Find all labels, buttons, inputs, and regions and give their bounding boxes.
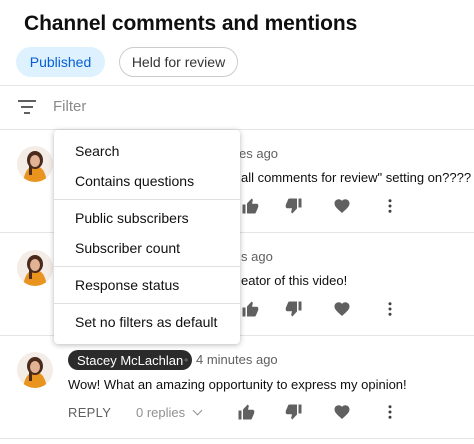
thumbs-up-icon[interactable] — [241, 300, 259, 318]
reply-button[interactable]: REPLY — [68, 405, 111, 420]
tab-held-for-review[interactable]: Held for review — [119, 47, 238, 77]
comment-text: Wow! What an amazing opportunity to expr… — [68, 377, 407, 392]
heart-icon[interactable] — [333, 300, 351, 318]
thumbs-up-icon[interactable] — [237, 403, 255, 421]
comment-time: 4 minutes ago — [196, 352, 278, 367]
more-vert-icon[interactable] — [381, 403, 399, 421]
more-vert-icon[interactable] — [381, 197, 399, 215]
avatar[interactable] — [17, 352, 53, 388]
avatar[interactable] — [17, 146, 53, 182]
filter-input[interactable]: Filter — [53, 98, 86, 115]
menu-item-set-no-filters-default[interactable]: Set no filters as default — [75, 314, 217, 330]
menu-divider — [54, 266, 240, 267]
more-vert-icon[interactable] — [381, 300, 399, 318]
author-name-badge[interactable]: Stacey McLachlan — [68, 350, 193, 370]
menu-item-contains-questions[interactable]: Contains questions — [75, 173, 194, 189]
menu-item-public-subscribers[interactable]: Public subscribers — [75, 210, 189, 226]
menu-item-response-status[interactable]: Response status — [75, 277, 179, 293]
replies-count: 0 replies — [136, 405, 186, 420]
menu-divider — [54, 199, 240, 200]
menu-item-subscriber-count[interactable]: Subscriber count — [75, 240, 180, 256]
page-title: Channel comments and mentions — [24, 12, 358, 35]
comment-text: eator of this video! — [241, 273, 348, 288]
comment-text: all comments for review" setting on???? — [241, 170, 472, 185]
comment-divider — [0, 438, 474, 439]
filter-menu: Search Contains questions Public subscri… — [54, 130, 240, 344]
comment-time: es ago — [239, 146, 279, 161]
replies-toggle[interactable]: 0 replies — [136, 405, 203, 420]
heart-icon[interactable] — [333, 197, 351, 215]
avatar[interactable] — [17, 250, 53, 286]
heart-icon[interactable] — [333, 403, 351, 421]
filter-icon[interactable] — [18, 100, 36, 114]
thumbs-down-icon[interactable] — [285, 197, 303, 215]
comment-time: s ago — [241, 249, 273, 264]
chevron-down-icon — [192, 405, 203, 416]
thumbs-down-icon[interactable] — [285, 300, 303, 318]
menu-divider — [54, 303, 240, 304]
thumbs-up-icon[interactable] — [241, 197, 259, 215]
header-divider — [0, 85, 474, 86]
thumbs-down-icon[interactable] — [285, 403, 303, 421]
tab-published[interactable]: Published — [16, 47, 105, 77]
menu-item-search[interactable]: Search — [75, 143, 119, 159]
separator-dot: • — [184, 353, 189, 367]
